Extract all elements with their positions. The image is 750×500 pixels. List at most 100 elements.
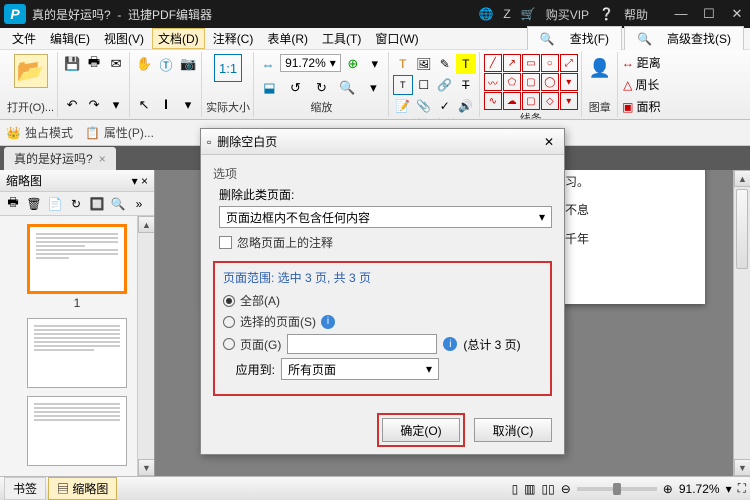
maximize-button[interactable]: ☐: [700, 6, 718, 22]
exclusive-mode-button[interactable]: 👑独占模式: [6, 124, 73, 141]
document-scrollbar[interactable]: ▲▼: [733, 170, 750, 476]
text-cursor-icon[interactable]: 𝐈: [156, 95, 176, 115]
attach-icon[interactable]: 📎: [414, 96, 434, 116]
more-icon[interactable]: ▾: [106, 95, 126, 115]
zoom-in-status-icon[interactable]: ⊕: [663, 482, 673, 496]
cloud-icon[interactable]: ☁: [503, 92, 521, 110]
zoom-out-status-icon[interactable]: ⊖: [561, 482, 571, 496]
perimeter-label[interactable]: 周长: [635, 76, 659, 93]
form-field-icon[interactable]: ☐: [414, 75, 434, 95]
layout-facing-icon[interactable]: ▯▯: [542, 482, 555, 496]
panel-menu-icon[interactable]: ▾ ×: [132, 174, 148, 188]
line-icon[interactable]: ╱: [484, 54, 502, 72]
roundrect-icon[interactable]: ▢: [522, 92, 540, 110]
zoom-slider[interactable]: [577, 487, 657, 491]
resize-icon[interactable]: ⤢: [560, 54, 578, 72]
thumbnail-page-1[interactable]: 1: [27, 224, 127, 310]
thumb-delete-icon[interactable]: 🗑: [25, 195, 43, 213]
menu-file[interactable]: 文件: [6, 28, 42, 49]
ignore-annotations-checkbox[interactable]: 忽略页面上的注释: [219, 234, 552, 251]
curve-icon[interactable]: ∿: [484, 92, 502, 110]
circle-icon[interactable]: ○: [541, 54, 559, 72]
ok-button[interactable]: 确定(O): [382, 418, 460, 442]
minimize-button[interactable]: —: [672, 6, 690, 22]
radio-all[interactable]: 全部(A): [223, 292, 542, 309]
pencil-icon[interactable]: ✎: [435, 54, 455, 74]
thumbnails-tab[interactable]: ▤ 缩略图: [48, 477, 117, 500]
undo-icon[interactable]: ↶: [62, 95, 82, 115]
polyline-icon[interactable]: 〰: [484, 73, 502, 91]
layout-single-icon[interactable]: ▯: [512, 482, 519, 496]
fullscreen-icon[interactable]: ⛶: [738, 481, 746, 496]
rotate-right-icon[interactable]: ↻: [311, 78, 331, 98]
thumbnail-page-2[interactable]: [27, 318, 127, 388]
buy-vip-link[interactable]: 购买VIP: [546, 6, 589, 23]
fit-width-icon[interactable]: ⇔: [258, 54, 278, 74]
cursor-icon[interactable]: ↖: [134, 95, 154, 115]
delete-type-combo[interactable]: 页面边框内不包含任何内容▾: [219, 206, 552, 228]
cancel-button[interactable]: 取消(C): [474, 418, 552, 442]
menu-document[interactable]: 文档(D): [152, 28, 205, 49]
globe-icon[interactable]: 🌐: [478, 7, 493, 21]
zoom-select[interactable]: 91.72%▾: [280, 54, 341, 72]
dialog-close-button[interactable]: ✕: [540, 135, 558, 149]
menu-annotate[interactable]: 注释(C): [207, 28, 260, 49]
oval-icon[interactable]: ◯: [541, 73, 559, 91]
properties-button[interactable]: 📋属性(P)...: [85, 124, 154, 141]
distance-icon[interactable]: ↔: [622, 56, 634, 70]
advanced-find-button[interactable]: 🔍高级查找(S): [624, 26, 744, 51]
realsize-group[interactable]: 1:1 实际大小: [203, 52, 254, 117]
zoom-tool-icon[interactable]: 🔍: [337, 78, 357, 98]
save-icon[interactable]: 💾: [62, 54, 82, 74]
print-icon[interactable]: 🖶: [84, 54, 104, 74]
thumb-size-icon[interactable]: 🔲: [88, 195, 106, 213]
radio-selected[interactable]: 选择的页面(S) i: [223, 313, 542, 330]
user-label[interactable]: Z: [503, 7, 510, 21]
menu-view[interactable]: 视图(V): [98, 28, 150, 49]
stamp-small-icon[interactable]: ✓: [435, 96, 455, 116]
edit-text-icon[interactable]: T: [393, 54, 413, 74]
thumb-zoom-icon[interactable]: 🔍: [109, 195, 127, 213]
info-icon[interactable]: i: [443, 337, 457, 351]
rect-icon[interactable]: ▭: [522, 54, 540, 72]
stamp-group[interactable]: 👤 图章: [583, 52, 618, 117]
radio-pages[interactable]: 页面(G): [223, 336, 281, 353]
textbox-icon[interactable]: T: [393, 75, 413, 95]
redo-icon[interactable]: ↷: [84, 95, 104, 115]
hand-icon[interactable]: ✋: [134, 54, 154, 74]
more-shapes-icon[interactable]: ▾: [560, 73, 578, 91]
tab-close-icon[interactable]: ×: [99, 152, 106, 166]
mail-icon[interactable]: ✉: [106, 54, 126, 74]
dialog-titlebar[interactable]: ▫ 删除空白页 ✕: [201, 129, 564, 155]
square-icon[interactable]: ▢: [522, 73, 540, 91]
bookmarks-tab[interactable]: 书签: [4, 477, 46, 500]
rotate-left-icon[interactable]: ↺: [285, 78, 305, 98]
pages-input[interactable]: [287, 334, 437, 354]
apply-to-combo[interactable]: 所有页面▾: [281, 358, 439, 380]
layout-continuous-icon[interactable]: ▥: [524, 482, 535, 496]
note-icon[interactable]: 📝: [393, 96, 413, 116]
highlight-icon[interactable]: T: [456, 54, 476, 74]
star-icon[interactable]: ◇: [541, 92, 559, 110]
distance-label[interactable]: 距离: [637, 54, 661, 71]
area-icon[interactable]: ▣: [622, 100, 633, 114]
thumbnails-scrollbar[interactable]: ▲▼: [137, 216, 154, 476]
zoom-in-icon[interactable]: ⊕: [343, 54, 363, 74]
open-group[interactable]: 📂 打开(O)...: [4, 52, 58, 117]
menu-form[interactable]: 表单(R): [261, 28, 314, 49]
thumbnail-page-3[interactable]: [27, 396, 127, 466]
strike-icon[interactable]: T: [456, 75, 476, 95]
arrow-icon[interactable]: ↗: [503, 54, 521, 72]
document-tab[interactable]: 真的是好运吗?×: [4, 147, 116, 170]
sound-icon[interactable]: 🔊: [456, 96, 476, 116]
polygon-icon[interactable]: ⬠: [503, 73, 521, 91]
menu-window[interactable]: 窗口(W): [369, 28, 424, 49]
thumb-print-icon[interactable]: 🖶: [4, 195, 22, 213]
text-select-icon[interactable]: Ⓣ: [156, 54, 176, 74]
fit-page-icon[interactable]: ⬓: [259, 78, 279, 98]
menu-edit[interactable]: 编辑(E): [44, 28, 96, 49]
close-button[interactable]: ✕: [728, 6, 746, 22]
zoom-level-label[interactable]: 91.72%: [679, 482, 720, 496]
edit-image-icon[interactable]: 🖼: [414, 54, 434, 74]
snapshot-icon[interactable]: 📷: [178, 54, 198, 74]
